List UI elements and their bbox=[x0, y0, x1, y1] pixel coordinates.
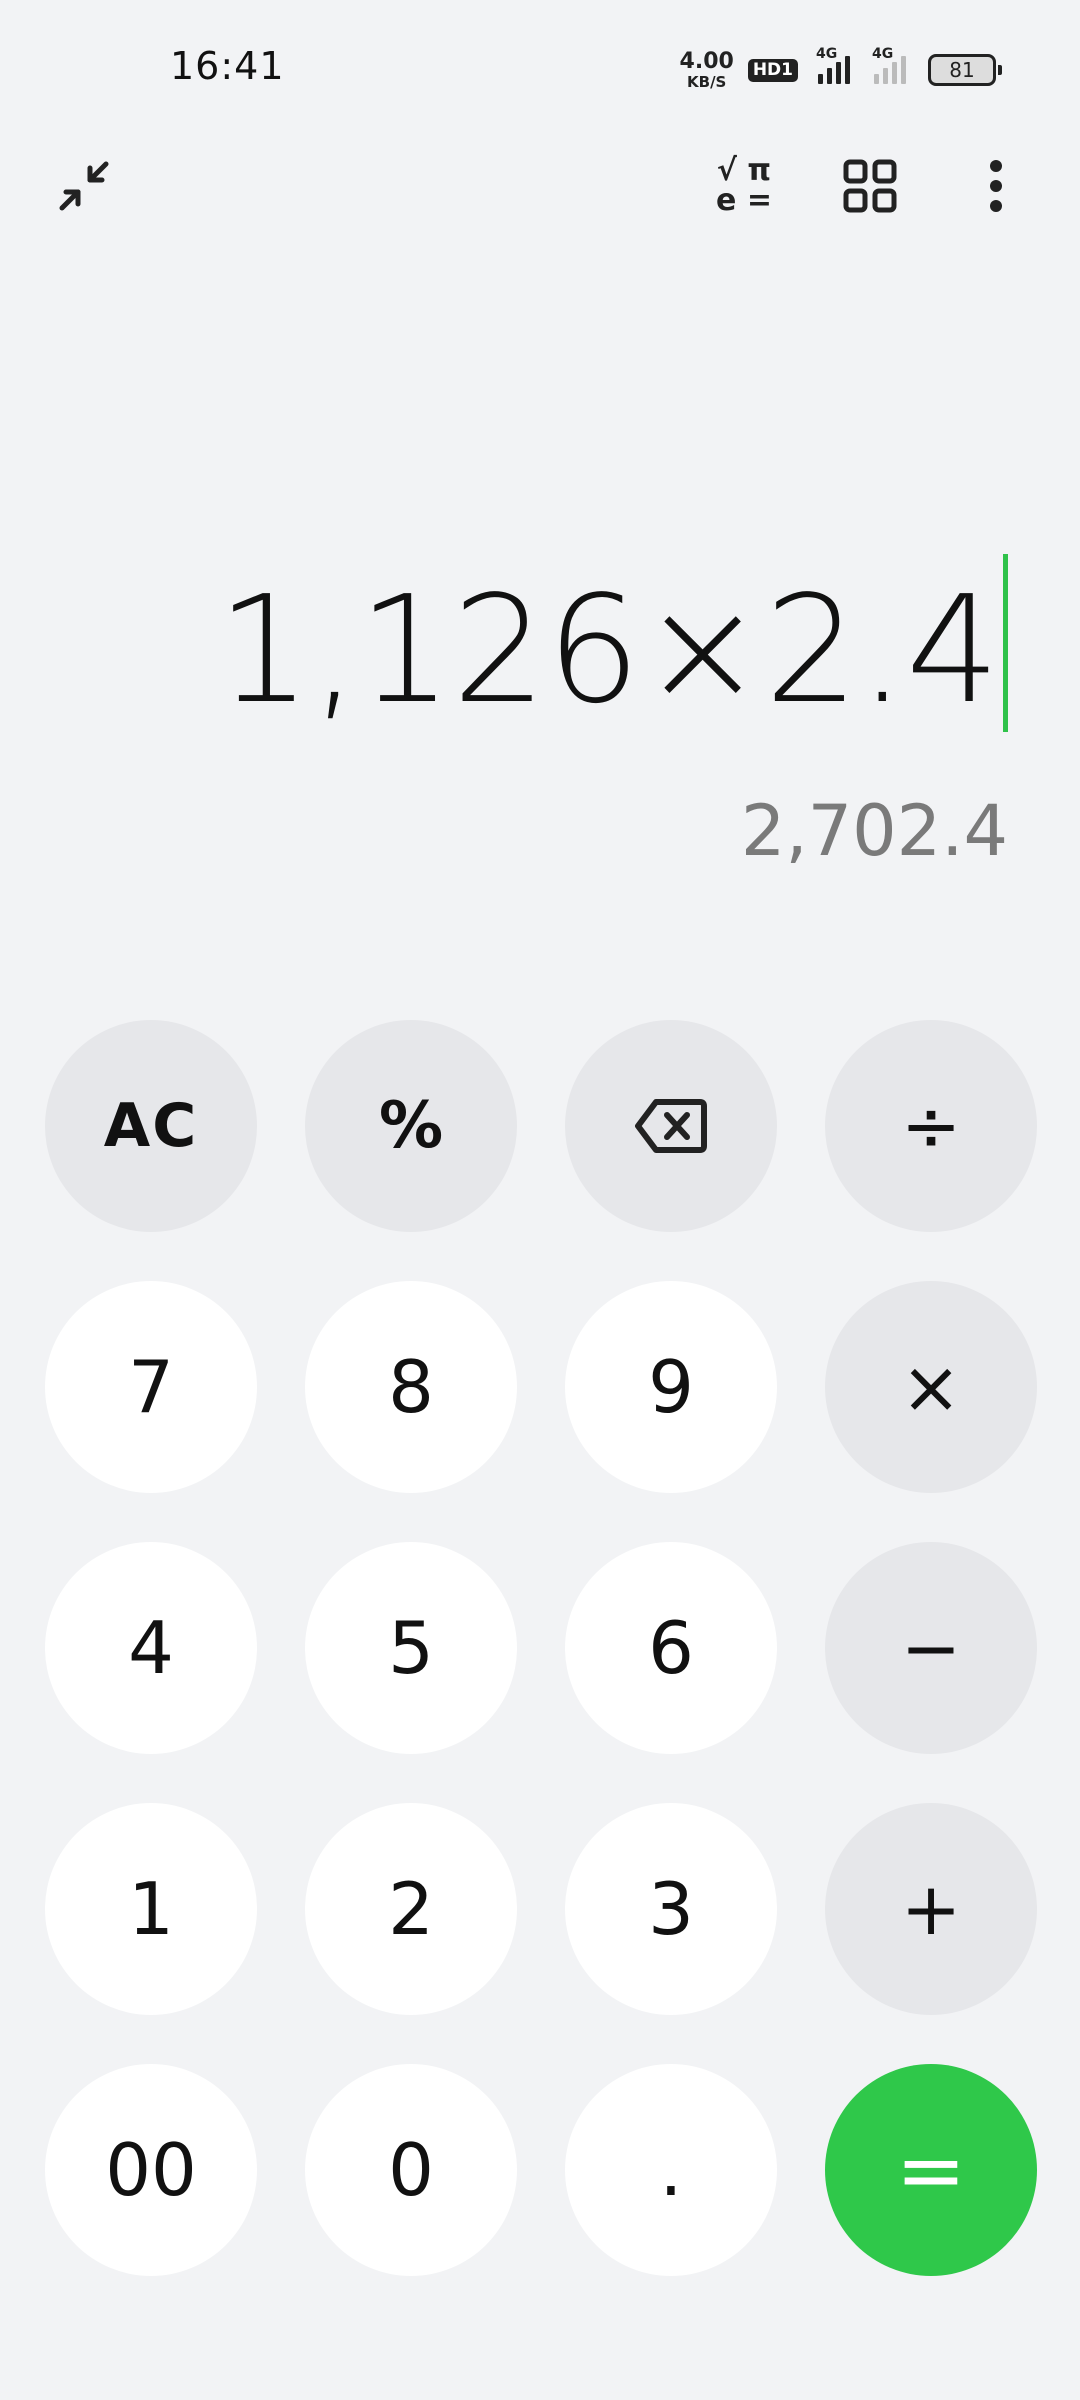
backspace-button[interactable] bbox=[565, 1020, 777, 1232]
text-cursor bbox=[1003, 554, 1008, 732]
network-speed-value: 4.00 bbox=[679, 48, 734, 74]
scientific-functions-icon[interactable]: √ π e = bbox=[708, 150, 780, 222]
more-vertical-icon[interactable] bbox=[960, 150, 1032, 222]
digit-0-button[interactable]: 0 bbox=[305, 2064, 517, 2276]
calculator-screen: 16:41 4.00 KB/S HD1 4G 4G 81 √ π e = 1,1… bbox=[0, 0, 1080, 2400]
network-speed: 4.00 KB/S bbox=[679, 48, 734, 91]
decimal-point-button[interactable]: . bbox=[565, 2064, 777, 2276]
expression-display[interactable]: 1,126×2.4 bbox=[217, 560, 1000, 740]
battery-level: 81 bbox=[928, 54, 996, 86]
sim2-network-label: 4G bbox=[872, 46, 894, 62]
minus-button[interactable]: − bbox=[825, 1542, 1037, 1754]
battery-icon: 81 bbox=[928, 54, 1002, 86]
multiply-button[interactable]: × bbox=[825, 1281, 1037, 1493]
collapse-arrows-icon[interactable] bbox=[48, 150, 120, 222]
sim2-signal-icon: 4G bbox=[872, 46, 906, 84]
clear-button[interactable]: AC bbox=[45, 1020, 257, 1232]
equals-button[interactable]: = bbox=[825, 2064, 1037, 2276]
digit-1-button[interactable]: 1 bbox=[45, 1803, 257, 2015]
sim1-signal-icon: 4G bbox=[816, 46, 850, 84]
digit-5-button[interactable]: 5 bbox=[305, 1542, 517, 1754]
percent-button[interactable]: % bbox=[305, 1020, 517, 1232]
divide-button[interactable]: ÷ bbox=[825, 1020, 1037, 1232]
scientific-bottom-label: e = bbox=[716, 183, 772, 218]
digit-4-button[interactable]: 4 bbox=[45, 1542, 257, 1754]
digit-3-button[interactable]: 3 bbox=[565, 1803, 777, 2015]
status-bar: 16:41 4.00 KB/S HD1 4G 4G 81 bbox=[0, 0, 1080, 140]
digit-7-button[interactable]: 7 bbox=[45, 1281, 257, 1493]
status-indicators: 4.00 KB/S HD1 4G 4G 81 bbox=[680, 46, 1002, 94]
network-speed-unit: KB/S bbox=[687, 72, 727, 91]
digit-9-button[interactable]: 9 bbox=[565, 1281, 777, 1493]
digit-2-button[interactable]: 2 bbox=[305, 1803, 517, 2015]
grid-icon[interactable] bbox=[834, 150, 906, 222]
sim1-network-label: 4G bbox=[816, 46, 838, 62]
digit-6-button[interactable]: 6 bbox=[565, 1542, 777, 1754]
double-zero-button[interactable]: 00 bbox=[45, 2064, 257, 2276]
hd-voice-icon: HD1 bbox=[747, 58, 798, 82]
scientific-top-label: √ π bbox=[716, 153, 772, 188]
result-preview: 2,702.4 bbox=[740, 790, 1008, 872]
plus-button[interactable]: + bbox=[825, 1803, 1037, 2015]
digit-8-button[interactable]: 8 bbox=[305, 1281, 517, 1493]
backspace-icon bbox=[634, 1098, 708, 1154]
status-time: 16:41 bbox=[170, 44, 285, 88]
